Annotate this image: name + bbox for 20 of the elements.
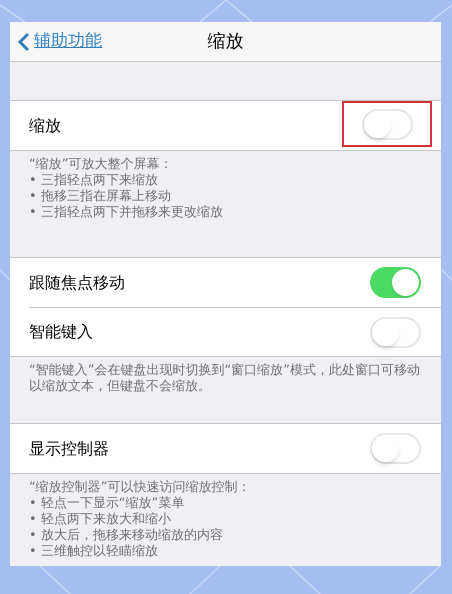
toggle-switch[interactable] <box>362 108 412 140</box>
footer-text: “智能键入”会在键盘出现时切换到“窗口缩放”模式，此处窗口可移动以缩放文本，但键盘不会缩放。 <box>29 363 421 395</box>
toggle-switch[interactable] <box>370 316 421 348</box>
setting-label: 缩放 <box>29 114 61 136</box>
footer-text: “缩放控制器”可以快速访问缩放控制： <box>29 480 252 496</box>
footer-text: • 轻点一下显示“缩放”菜单 <box>29 496 186 512</box>
toggle-switch[interactable] <box>370 433 421 464</box>
setting-label: 显示控制器 <box>29 438 109 460</box>
setting-label: 跟随焦点移动 <box>29 272 125 294</box>
footer-text: • 三指轻点两下来缩放 <box>29 173 159 189</box>
back-chevron-icon <box>18 32 30 52</box>
footer-text: “缩放”可放大整个屏幕： <box>29 157 174 173</box>
footer-text: • 三维触控以轻瞄缩放 <box>29 544 159 560</box>
setting-label: 智能键入 <box>29 321 93 343</box>
nav-title: 缩放 <box>208 30 244 54</box>
footer-text: • 三指轻点两下并拖移来更改缩放 <box>29 205 224 221</box>
footer-text: • 轻点两下来放大和缩小 <box>29 512 172 528</box>
footer-text: • 放大后，拖移来移动缩放的内容 <box>29 528 224 544</box>
toggle-switch[interactable] <box>370 267 421 298</box>
footer-text: • 拖移三指在屏幕上移动 <box>29 189 172 205</box>
